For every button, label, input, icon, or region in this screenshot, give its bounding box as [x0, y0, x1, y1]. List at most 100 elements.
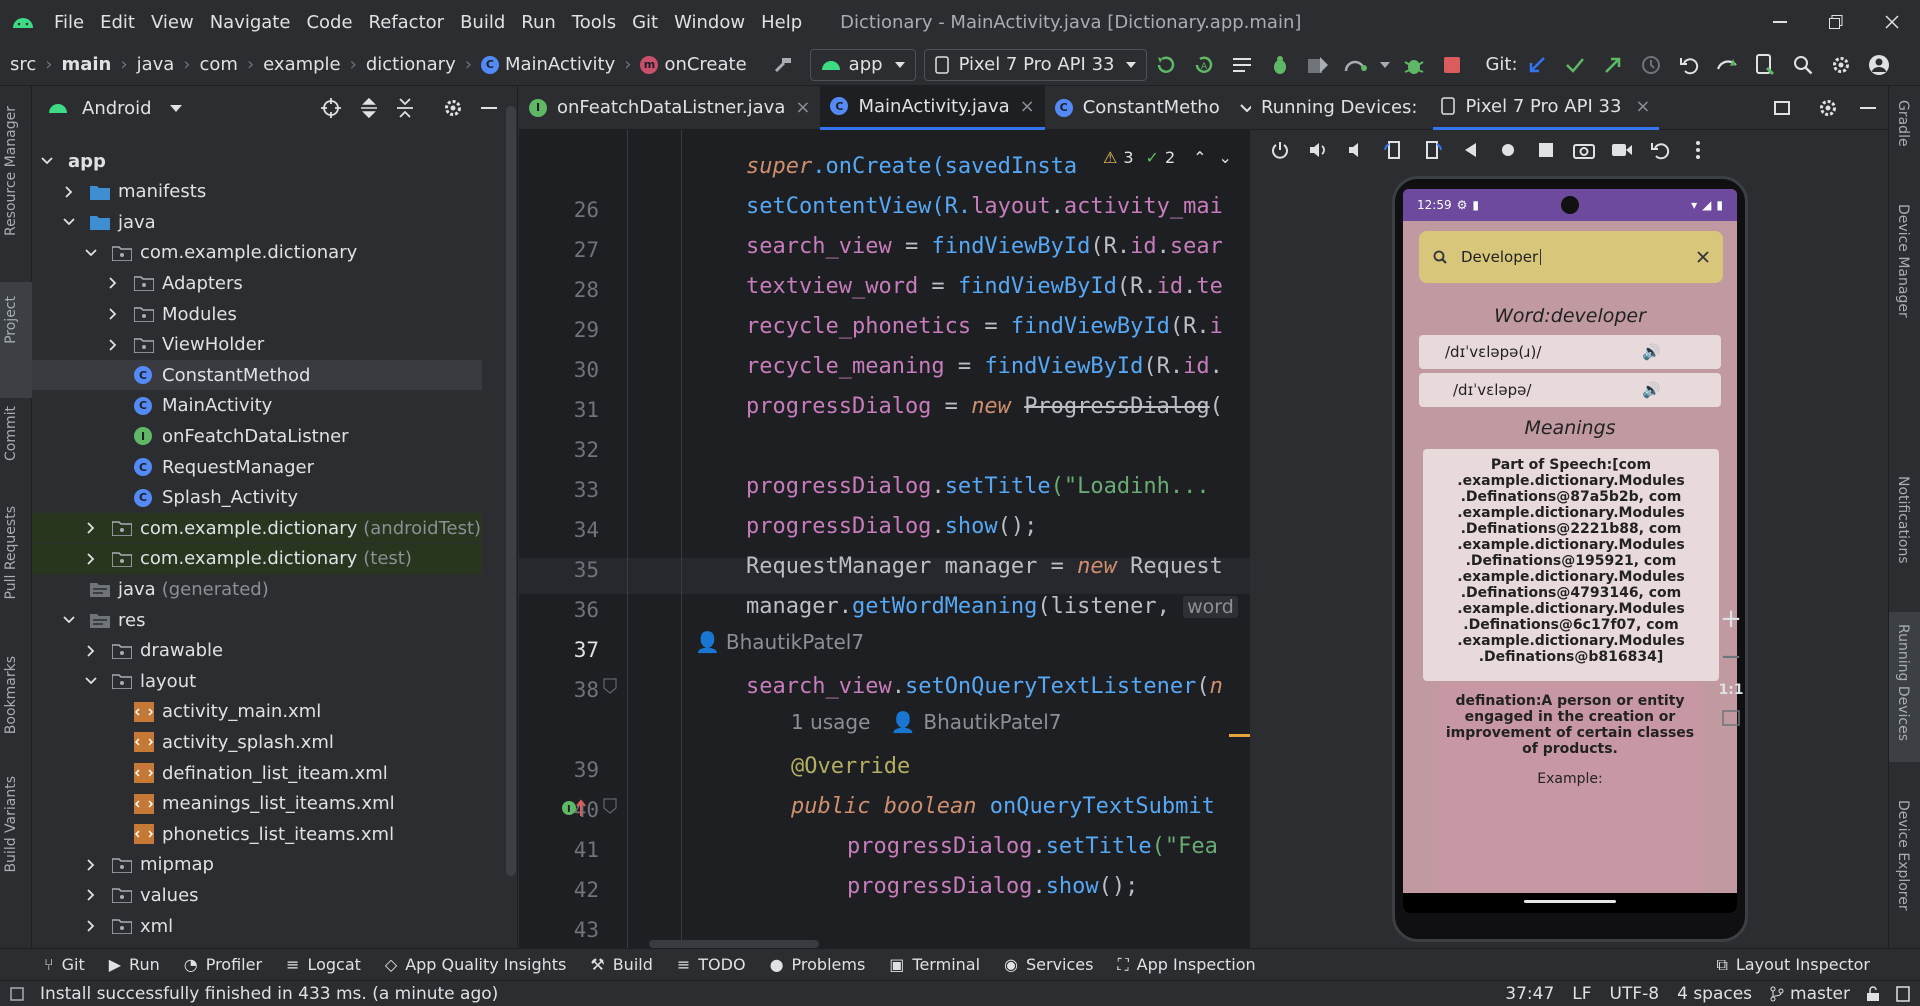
- tool-logcat[interactable]: ≡ Logcat: [286, 955, 361, 974]
- tree-item-drawable[interactable]: drawable: [32, 636, 482, 666]
- close-tab-icon[interactable]: ×: [795, 97, 810, 118]
- tool-layout-inspector[interactable]: ⧉ Layout Inspector: [1716, 955, 1870, 975]
- tree-item-java[interactable]: java: [32, 207, 482, 237]
- tool-build-variants[interactable]: Build Variants: [3, 776, 19, 873]
- search-icon[interactable]: [1787, 49, 1819, 81]
- tool-notifications[interactable]: Notifications: [1895, 476, 1911, 564]
- tree-item-phonetics-list-iteams-xml[interactable]: phonetics_list_iteams.xml: [32, 819, 482, 849]
- phonetic-item-2[interactable]: /dɪˈvɛləpə/ 🔊: [1419, 373, 1721, 407]
- profile-icon[interactable]: [1302, 49, 1334, 81]
- tree-item-modules[interactable]: Modules: [32, 299, 482, 329]
- menu-tools[interactable]: Tools: [564, 12, 624, 33]
- chevron-down-icon[interactable]: ⌄: [1219, 148, 1232, 167]
- debug-icon[interactable]: [1264, 49, 1296, 81]
- menu-list-icon[interactable]: [1226, 49, 1258, 81]
- tool-project[interactable]: Project: [3, 296, 19, 344]
- tree-item-manifests[interactable]: manifests: [32, 177, 482, 207]
- file-encoding[interactable]: UTF-8: [1610, 984, 1660, 1004]
- hide-panel-icon[interactable]: [1848, 106, 1888, 109]
- line-separator[interactable]: LF: [1572, 984, 1591, 1004]
- chevron-right-icon[interactable]: [84, 521, 98, 535]
- menu-build[interactable]: Build: [452, 12, 513, 33]
- tree-item-adapters[interactable]: Adapters: [32, 268, 482, 298]
- tree-item-meanings-list-iteams-xml[interactable]: meanings_list_iteams.xml: [32, 789, 482, 819]
- code-area[interactable]: 26 27 28 29 30 31 32 33 34 35 36 37 38 39 40 41 42 43 sup…: [519, 130, 1250, 948]
- apply-code-changes-icon[interactable]: A: [1188, 49, 1220, 81]
- speaker-icon[interactable]: 🔊: [1642, 343, 1661, 361]
- fit-screen-icon[interactable]: [1722, 710, 1740, 726]
- git-update-icon[interactable]: [1521, 49, 1553, 81]
- crumb-example[interactable]: example: [263, 54, 340, 75]
- chevron-right-icon[interactable]: [62, 185, 76, 199]
- close-tab-icon[interactable]: ×: [1020, 96, 1035, 117]
- menu-view[interactable]: View: [143, 12, 202, 33]
- menu-window[interactable]: Window: [666, 12, 753, 33]
- menu-navigate[interactable]: Navigate: [202, 12, 299, 33]
- tool-services[interactable]: ◉ Services: [1004, 955, 1093, 974]
- chevron-right-icon[interactable]: [106, 307, 120, 321]
- tree-item-app[interactable]: app: [32, 146, 482, 176]
- tree-item-mainactivity[interactable]: C MainActivity: [32, 391, 482, 421]
- tree-scrollbar[interactable]: [506, 106, 516, 876]
- overview-icon[interactable]: [1530, 134, 1562, 166]
- locate-icon[interactable]: [320, 97, 342, 119]
- tool-todo[interactable]: ≡ TODO: [677, 955, 746, 974]
- tool-problems[interactable]: ● Problems: [770, 955, 866, 974]
- tool-terminal[interactable]: ▣ Terminal: [889, 955, 980, 974]
- gesture-handle[interactable]: [1524, 900, 1616, 903]
- menu-git[interactable]: Git: [624, 12, 666, 33]
- restore-icon[interactable]: [1808, 0, 1864, 44]
- tree-item-onfeatchdatalistner[interactable]: IonFeatchDataListner: [32, 421, 482, 451]
- zoom-in-icon[interactable]: +: [1720, 606, 1742, 632]
- chevron-down-icon[interactable]: [1378, 49, 1392, 81]
- crumb-java[interactable]: java: [137, 54, 175, 75]
- git-commit-icon[interactable]: [1559, 49, 1591, 81]
- tool-gradle[interactable]: Gradle: [1895, 100, 1911, 147]
- chevron-down-icon[interactable]: [62, 613, 76, 627]
- menu-run[interactable]: Run: [513, 12, 564, 33]
- device-screen[interactable]: 12:59 ⚙ ▮ ▾ ◢ ▮ Developer Word:developer /dɪ…: [1403, 189, 1737, 913]
- run-config-dropdown[interactable]: app: [809, 48, 916, 81]
- tool-app-inspection[interactable]: ⛶ App Inspection: [1117, 955, 1255, 975]
- chevron-right-icon[interactable]: [106, 338, 120, 352]
- inspection-widget[interactable]: ⚠ 3 ✓ 2 ⌃ ⌄: [1099, 148, 1236, 167]
- rotate-right-icon[interactable]: [1416, 134, 1448, 166]
- horizontal-scrollbar[interactable]: [649, 940, 819, 948]
- tree-item-activity-splash-xml[interactable]: activity_splash.xml: [32, 727, 482, 757]
- history-icon[interactable]: [1635, 49, 1667, 81]
- tool-profiler[interactable]: ◔ Profiler: [184, 955, 262, 974]
- tool-bookmarks[interactable]: Bookmarks: [3, 656, 19, 734]
- indent-setting[interactable]: 4 spaces: [1677, 984, 1752, 1004]
- tree-item-res[interactable]: res: [32, 605, 482, 635]
- tool-commit[interactable]: Commit: [3, 406, 19, 461]
- chevron-down-icon[interactable]: [40, 154, 54, 168]
- tool-device-manager[interactable]: Device Manager: [1895, 204, 1911, 318]
- back-icon[interactable]: [1454, 134, 1486, 166]
- tool-running-devices[interactable]: Running Devices: [1895, 624, 1911, 741]
- crumb-com[interactable]: com: [200, 54, 238, 75]
- rotate-left-icon[interactable]: [1378, 134, 1410, 166]
- tree-item-mipmap[interactable]: mipmap: [32, 850, 482, 880]
- tool-device-explorer[interactable]: Device Explorer: [1895, 800, 1911, 911]
- tool-resource-manager[interactable]: Resource Manager: [3, 106, 19, 236]
- crumb-main[interactable]: main: [61, 54, 111, 75]
- menu-code[interactable]: Code: [298, 12, 360, 33]
- caret-position[interactable]: 37:47: [1505, 984, 1554, 1004]
- chevron-right-icon[interactable]: [84, 644, 98, 658]
- tool-git[interactable]: ⑂ Git: [44, 955, 85, 974]
- tree-item-viewholder[interactable]: ViewHolder: [32, 330, 482, 360]
- expand-all-icon[interactable]: [358, 97, 380, 119]
- crumb-method[interactable]: m onCreate: [640, 54, 747, 75]
- git-branch[interactable]: master: [1770, 984, 1850, 1004]
- search-query[interactable]: Developer: [1461, 248, 1538, 266]
- crumb-dictionary[interactable]: dictionary: [366, 54, 456, 75]
- menu-edit[interactable]: Edit: [92, 12, 143, 33]
- menu-help[interactable]: Help: [753, 12, 810, 33]
- bug-icon[interactable]: [1398, 49, 1430, 81]
- usage-hint[interactable]: 1 usage 👤 BhautikPatel7: [791, 710, 1062, 734]
- chevron-down-icon[interactable]: [62, 215, 76, 229]
- minimize-icon[interactable]: [1752, 0, 1808, 44]
- apply-changes-icon[interactable]: [1150, 49, 1182, 81]
- tree-item-requestmanager[interactable]: C RequestManager: [32, 452, 482, 482]
- close-tab-icon[interactable]: ×: [1635, 96, 1650, 117]
